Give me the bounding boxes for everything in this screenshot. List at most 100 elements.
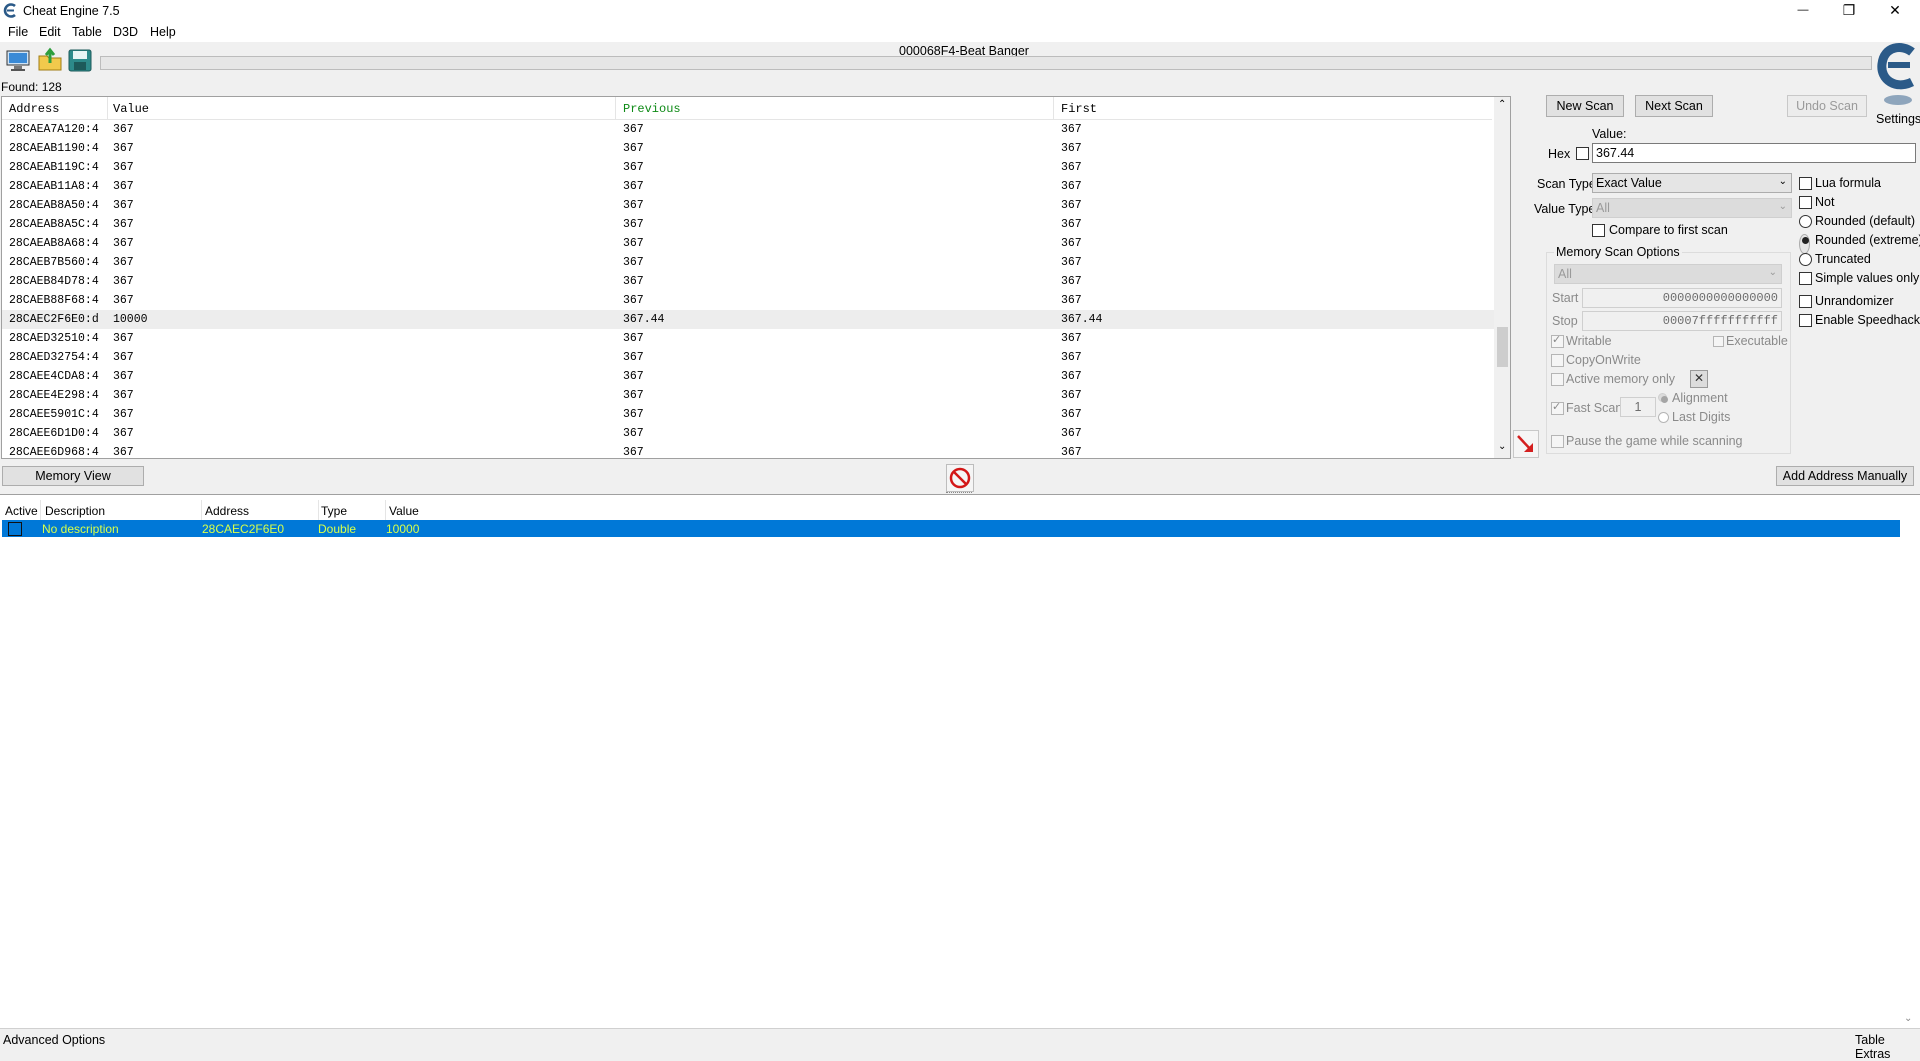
- scroll-thumb[interactable]: [1497, 327, 1508, 367]
- not-checkbox[interactable]: [1799, 196, 1812, 209]
- lua-formula-checkbox[interactable]: [1799, 177, 1812, 190]
- result-address: 28CAEB84D78:4: [9, 275, 99, 288]
- hex-checkbox[interactable]: [1576, 147, 1589, 160]
- fast-scan-checkbox[interactable]: [1551, 400, 1564, 415]
- addr-col-type[interactable]: Type: [321, 504, 347, 518]
- memory-region-select[interactable]: All ⌄: [1554, 264, 1782, 284]
- col-value[interactable]: Value: [113, 102, 149, 116]
- close-button[interactable]: ✕: [1872, 0, 1918, 22]
- open-process-button[interactable]: [4, 47, 32, 73]
- result-value: 367: [113, 389, 134, 402]
- result-row[interactable]: 28CAEAB11A8:4 367 367 367: [2, 177, 1494, 196]
- result-row[interactable]: 28CAEE5901C:4 367 367 367: [2, 405, 1494, 424]
- alignment-radio[interactable]: [1658, 393, 1668, 403]
- result-row[interactable]: 28CAEE6D968:4 367 367 367: [2, 443, 1494, 459]
- memory-view-button[interactable]: Memory View: [2, 466, 144, 486]
- results-scrollbar[interactable]: ⌃ ⌄: [1494, 97, 1510, 458]
- minimize-button[interactable]: —: [1780, 0, 1826, 22]
- menu-file[interactable]: File: [8, 25, 28, 39]
- rounded-extreme-radio[interactable]: [1799, 234, 1810, 254]
- addr-col-description[interactable]: Description: [45, 504, 105, 518]
- clear-active-memory-button[interactable]: ✕: [1690, 370, 1708, 388]
- menu-bar: File Edit Table D3D Help: [0, 22, 1920, 42]
- copyonwrite-checkbox[interactable]: [1551, 354, 1564, 367]
- result-row[interactable]: 28CAEAB8A68:4 367 367 367: [2, 234, 1494, 253]
- col-previous[interactable]: Previous: [623, 102, 681, 116]
- truncated-radio[interactable]: [1799, 253, 1812, 266]
- result-value: 10000: [113, 313, 148, 326]
- restore-button[interactable]: ❐: [1826, 0, 1872, 22]
- add-address-manually-button[interactable]: Add Address Manually: [1776, 466, 1914, 486]
- scroll-up-icon[interactable]: ⌃: [1498, 99, 1506, 110]
- pause-game-checkbox[interactable]: [1551, 435, 1564, 448]
- open-process-icon: [6, 50, 30, 71]
- compare-first-label: Compare to first scan: [1609, 223, 1728, 237]
- result-row[interactable]: 28CAEB88F68:4 367 367 367: [2, 291, 1494, 310]
- unrandomizer-checkbox[interactable]: [1799, 295, 1812, 308]
- last-digits-radio[interactable]: [1658, 412, 1669, 423]
- result-row[interactable]: 28CAEAB8A5C:4 367 367 367: [2, 215, 1494, 234]
- result-value: 367: [113, 180, 134, 193]
- result-previous: 367: [623, 446, 644, 459]
- result-row[interactable]: 28CAEE4CDA8:4 367 367 367: [2, 367, 1494, 386]
- col-first[interactable]: First: [1061, 102, 1097, 116]
- result-row[interactable]: 28CAEAB1190:4 367 367 367: [2, 139, 1494, 158]
- save-button[interactable]: [66, 47, 94, 73]
- menu-edit[interactable]: Edit: [39, 25, 61, 39]
- menu-help[interactable]: Help: [150, 25, 176, 39]
- scan-type-select[interactable]: Exact Value ⌄: [1592, 173, 1792, 193]
- addr-col-active[interactable]: Active: [5, 504, 38, 518]
- scan-value-input[interactable]: 367.44: [1592, 143, 1916, 163]
- result-first: 367: [1061, 237, 1082, 250]
- result-row[interactable]: 28CAED32510:4 367 367 367: [2, 329, 1494, 348]
- compare-first-checkbox[interactable]: [1592, 224, 1605, 237]
- addr-col-value[interactable]: Value: [389, 504, 419, 518]
- result-row[interactable]: 28CAEC2F6E0:d 10000 367.44 367.44: [2, 310, 1494, 329]
- value-type-value: All: [1596, 201, 1610, 215]
- result-row[interactable]: 28CAEB84D78:4 367 367 367: [2, 272, 1494, 291]
- result-row[interactable]: 28CAEAB119C:4 367 367 367: [2, 158, 1494, 177]
- menu-d3d[interactable]: D3D: [113, 25, 138, 39]
- simple-values-checkbox[interactable]: [1799, 272, 1812, 285]
- value-type-select[interactable]: All ⌄: [1592, 198, 1792, 218]
- result-row[interactable]: 28CAEE4E298:4 367 367 367: [2, 386, 1494, 405]
- addr-col-address[interactable]: Address: [205, 504, 249, 518]
- result-previous: 367: [623, 199, 644, 212]
- writable-checkbox[interactable]: [1551, 333, 1564, 348]
- result-row[interactable]: 28CAED32754:4 367 367 367: [2, 348, 1494, 367]
- address-row[interactable]: No description 28CAEC2F6E0 Double 10000: [2, 520, 1900, 537]
- chevron-down-icon: ⌄: [1768, 267, 1777, 278]
- result-first: 367: [1061, 351, 1082, 364]
- scan-results-list[interactable]: Address Value Previous First 28CAEA7A120…: [1, 96, 1511, 459]
- result-value: 367: [113, 294, 134, 307]
- scroll-down-icon[interactable]: ⌄: [1498, 441, 1506, 452]
- result-row[interactable]: 28CAEE6D1D0:4 367 367 367: [2, 424, 1494, 443]
- start-address-input[interactable]: 0000000000000000: [1582, 288, 1782, 308]
- stop-scan-button[interactable]: [946, 464, 974, 492]
- fast-scan-input[interactable]: 1: [1620, 397, 1656, 417]
- stop-address-input[interactable]: 00007fffffffffff: [1582, 311, 1782, 331]
- result-row[interactable]: 28CAEA7A120:4 367 367 367: [2, 120, 1494, 139]
- result-row[interactable]: 28CAEB7B560:4 367 367 367: [2, 253, 1494, 272]
- rounded-default-radio[interactable]: [1799, 215, 1812, 228]
- address-list[interactable]: Active Description Address Type Value No…: [0, 494, 1920, 1029]
- new-scan-button[interactable]: New Scan: [1546, 95, 1624, 117]
- result-row[interactable]: 28CAEAB8A50:4 367 367 367: [2, 196, 1494, 215]
- menu-table[interactable]: Table: [72, 25, 102, 39]
- next-scan-button[interactable]: Next Scan: [1635, 95, 1713, 117]
- result-address: 28CAEE4E298:4: [9, 389, 99, 402]
- scroll-down-icon[interactable]: ⌄: [1904, 1013, 1912, 1024]
- result-value: 367: [113, 446, 134, 459]
- table-extras-link[interactable]: Table Extras: [1855, 1033, 1920, 1061]
- advanced-options-link[interactable]: Advanced Options: [3, 1033, 105, 1047]
- open-file-button[interactable]: [36, 47, 64, 73]
- speedhack-checkbox[interactable]: [1799, 314, 1812, 327]
- active-checkbox[interactable]: [8, 522, 22, 536]
- executable-checkbox[interactable]: [1713, 336, 1724, 347]
- active-memory-checkbox[interactable]: [1551, 373, 1564, 386]
- settings-logo-icon[interactable]: [1874, 40, 1920, 110]
- add-to-list-arrow-button[interactable]: [1513, 430, 1539, 458]
- undo-scan-button[interactable]: Undo Scan: [1787, 95, 1867, 117]
- settings-link[interactable]: Settings: [1876, 112, 1920, 126]
- col-address[interactable]: Address: [9, 102, 59, 116]
